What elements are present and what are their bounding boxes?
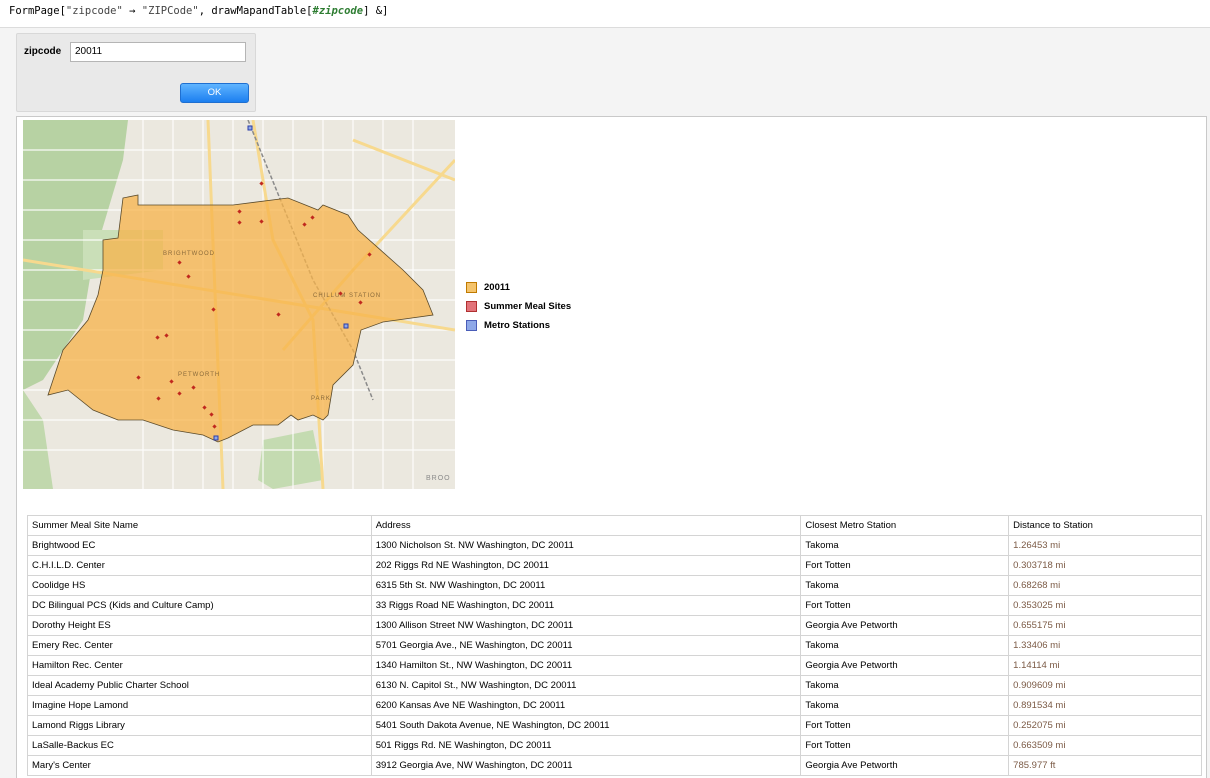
cell-metro: Fort Totten <box>800 595 1010 616</box>
table-row: Ideal Academy Public Charter School 6130 … <box>27 675 1202 696</box>
table-row: DC Bilingual PCS (Kids and Culture Camp)… <box>27 595 1202 616</box>
cell-address: 202 Riggs Rd NE Washington, DC 20011 <box>370 555 802 576</box>
cell-distance: 0.68268 mi <box>1008 575 1202 596</box>
legend-item-metro: Metro Stations <box>466 316 571 335</box>
table-row: Hamilton Rec. Center 1340 Hamilton St., N… <box>27 655 1202 676</box>
map-label-petworth: PETWORTH <box>178 372 220 378</box>
cell-address: 5401 South Dakota Avenue, NE Washington,… <box>370 715 802 736</box>
code-fn2: , drawMapandTable[ <box>198 5 313 17</box>
cell-address: 33 Riggs Road NE Washington, DC 20011 <box>370 595 802 616</box>
table-row: Dorothy Height ES 1300 Allison Street NW … <box>27 615 1202 636</box>
cell-site-name: C.H.I.L.D. Center <box>27 555 372 576</box>
map-label-brightwood: BRIGHTWOOD <box>163 251 215 257</box>
meal-sites-table: Summer Meal Site Name Address Closest Me… <box>27 515 1202 776</box>
code-tail: ] &] <box>363 5 389 17</box>
table-row: C.H.I.L.D. Center 202 Riggs Rd NE Washing… <box>27 555 1202 576</box>
legend-label-meal-sites: Summer Meal Sites <box>484 301 572 312</box>
cell-metro: Georgia Ave Petworth <box>800 755 1010 776</box>
cell-distance: 785.977 ft <box>1008 755 1202 776</box>
legend-item-zipcode: 20011 <box>466 278 571 297</box>
form-panel: zipcode 20011 OK <box>16 33 256 112</box>
cell-metro: Takoma <box>800 575 1010 596</box>
cell-distance: 0.909609 mi <box>1008 675 1202 696</box>
table-header-row: Summer Meal Site Name Address Closest Me… <box>27 515 1202 536</box>
ok-button[interactable]: OK <box>180 83 249 103</box>
cell-site-name: Brightwood EC <box>27 535 372 556</box>
legend-label-zipcode: 20011 <box>484 282 510 293</box>
cell-distance: 0.353025 mi <box>1008 595 1202 616</box>
cell-address: 6200 Kansas Ave NE Washington, DC 20011 <box>370 695 802 716</box>
cell-metro: Fort Totten <box>800 735 1010 756</box>
code-arg1: "zipcode" <box>65 5 123 17</box>
code-input: FormPage["zipcode" → "ZIPCode", drawMapa… <box>9 5 389 17</box>
cell-metro: Fort Totten <box>800 715 1010 736</box>
cell-distance: 0.252075 mi <box>1008 715 1202 736</box>
cell-site-name: Dorothy Height ES <box>27 615 372 636</box>
cell-distance: 1.14114 mi <box>1008 655 1202 676</box>
table-row: Mary's Center 3912 Georgia Ave, NW Washin… <box>27 755 1202 776</box>
legend-item-meal-sites: Summer Meal Sites <box>466 297 571 316</box>
cell-site-name: DC Bilingual PCS (Kids and Culture Camp) <box>27 595 372 616</box>
cell-address: 5701 Georgia Ave., NE Washington, DC 200… <box>370 635 802 656</box>
cell-metro: Takoma <box>800 695 1010 716</box>
cell-metro: Georgia Ave Petworth <box>800 655 1010 676</box>
cell-metro: Takoma <box>800 675 1010 696</box>
table-row: Imagine Hope Lamond 6200 Kansas Ave NE Wa… <box>27 695 1202 716</box>
cell-metro: Takoma <box>800 635 1010 656</box>
zipcode-input[interactable]: 20011 <box>70 42 246 62</box>
cell-distance: 0.891534 mi <box>1008 695 1202 716</box>
cell-site-name: Imagine Hope Lamond <box>27 695 372 716</box>
cell-address: 1340 Hamilton St., NW Washington, DC 200… <box>370 655 802 676</box>
header-closest-metro: Closest Metro Station <box>800 515 1010 536</box>
map-svg: BRIGHTWOOD PETWORTH CHILLUM STATION PARK… <box>23 120 455 489</box>
zipcode-map[interactable]: BRIGHTWOOD PETWORTH CHILLUM STATION PARK… <box>23 120 455 489</box>
cell-distance: 0.663509 mi <box>1008 735 1202 756</box>
cell-metro: Georgia Ave Petworth <box>800 615 1010 636</box>
header-address: Address <box>370 515 802 536</box>
cell-address: 3912 Georgia Ave, NW Washington, DC 2001… <box>370 755 802 776</box>
cell-metro: Takoma <box>800 535 1010 556</box>
table-row: Emery Rec. Center 5701 Georgia Ave., NE W… <box>27 635 1202 656</box>
result-panel: BRIGHTWOOD PETWORTH CHILLUM STATION PARK… <box>16 116 1207 778</box>
cell-site-name: Emery Rec. Center <box>27 635 372 656</box>
cell-site-name: Hamilton Rec. Center <box>27 655 372 676</box>
map-label-park: PARK <box>311 396 331 402</box>
table-row: Lamond Riggs Library 5401 South Dakota Av… <box>27 715 1202 736</box>
cell-site-name: LaSalle-Backus EC <box>27 735 372 756</box>
table-row: LaSalle-Backus EC 501 Riggs Rd. NE Washin… <box>27 735 1202 756</box>
header-distance: Distance to Station <box>1008 515 1202 536</box>
map-label-brook: BROO <box>426 475 451 482</box>
cell-distance: 1.26453 mi <box>1008 535 1202 556</box>
table-row: Coolidge HS 6315 5th St. NW Washington, D… <box>27 575 1202 596</box>
cell-distance: 0.303718 mi <box>1008 555 1202 576</box>
code-arrow: → <box>129 5 136 17</box>
code-arg2: "ZIPCode" <box>141 5 199 17</box>
cell-address: 501 Riggs Rd. NE Washington, DC 20011 <box>370 735 802 756</box>
cell-address: 6130 N. Capitol St., NW Washington, DC 2… <box>370 675 802 696</box>
cell-site-name: Ideal Academy Public Charter School <box>27 675 372 696</box>
cell-metro: Fort Totten <box>800 555 1010 576</box>
table-row: Brightwood EC 1300 Nicholson St. NW Washi… <box>27 535 1202 556</box>
cell-address: 1300 Allison Street NW Washington, DC 20… <box>370 615 802 636</box>
header-site-name: Summer Meal Site Name <box>27 515 372 536</box>
code-fn: FormPage <box>9 5 60 17</box>
cell-site-name: Lamond Riggs Library <box>27 715 372 736</box>
legend-swatch-zipcode <box>466 282 477 293</box>
map-label-chillum: CHILLUM STATION <box>313 293 381 299</box>
legend-swatch-meal-sites <box>466 301 477 312</box>
code-slot: #zipcode <box>312 5 364 17</box>
cell-distance: 0.655175 mi <box>1008 615 1202 636</box>
cell-address: 1300 Nicholson St. NW Washington, DC 200… <box>370 535 802 556</box>
cell-site-name: Coolidge HS <box>27 575 372 596</box>
zipcode-label: zipcode <box>24 46 62 57</box>
legend-swatch-metro <box>466 320 477 331</box>
cell-site-name: Mary's Center <box>27 755 372 776</box>
cell-distance: 1.33406 mi <box>1008 635 1202 656</box>
legend-label-metro: Metro Stations <box>484 320 550 331</box>
cell-address: 6315 5th St. NW Washington, DC 20011 <box>370 575 802 596</box>
map-legend: 20011 Summer Meal Sites Metro Stations <box>466 278 571 335</box>
